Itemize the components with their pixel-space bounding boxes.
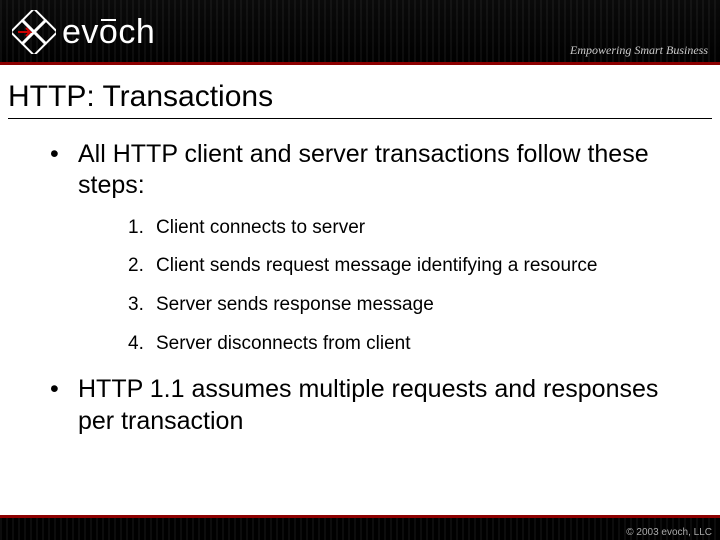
slide-header: evoch Empowering Smart Business [0, 0, 720, 64]
step-item: Client connects to server [78, 216, 692, 241]
bullet-intro-text: All HTTP client and server transactions … [78, 140, 649, 199]
bullet-intro: All HTTP client and server transactions … [28, 139, 692, 356]
title-area: HTTP: Transactions [0, 74, 720, 121]
bullet-closing: HTTP 1.1 assumes multiple requests and r… [28, 374, 692, 437]
header-divider [0, 62, 720, 65]
slide-footer: © 2003 evoch, LLC [0, 518, 720, 540]
brand-logo: evoch [12, 10, 155, 54]
slide-content: All HTTP client and server transactions … [0, 121, 720, 437]
step-item: Server sends response message [78, 293, 692, 318]
step-item: Server disconnects from client [78, 332, 692, 357]
tagline: Empowering Smart Business [570, 43, 708, 58]
step-item: Client sends request message identifying… [78, 254, 692, 279]
copyright-text: © 2003 evoch, LLC [626, 527, 712, 538]
logo-icon [12, 10, 56, 54]
slide-title: HTTP: Transactions [8, 80, 712, 119]
brand-name: evoch [62, 13, 155, 52]
